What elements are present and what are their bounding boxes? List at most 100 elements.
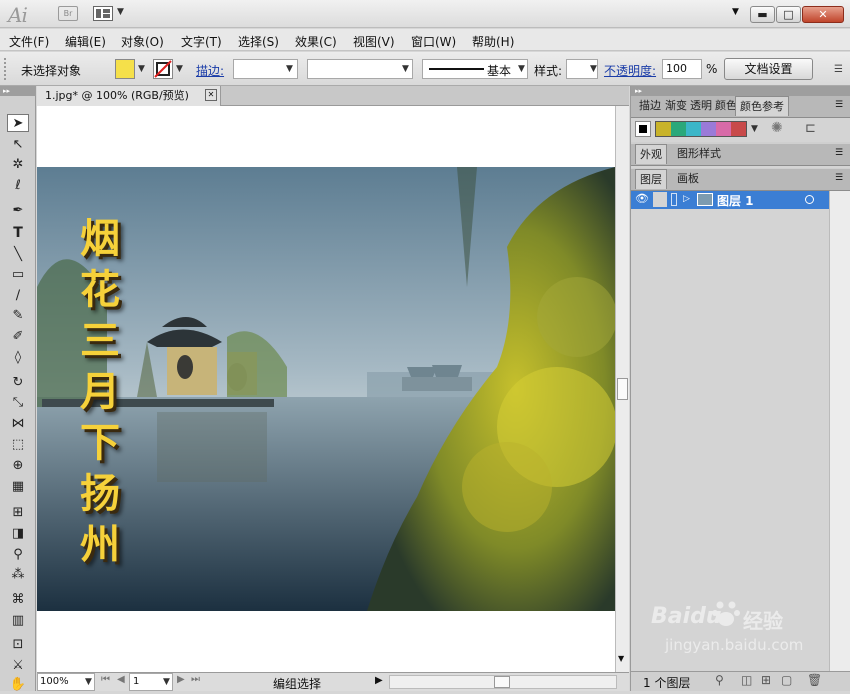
menu-help[interactable]: 帮助(H) bbox=[472, 33, 514, 50]
harmony-swatch[interactable] bbox=[716, 122, 731, 136]
menu-edit[interactable]: 编辑(E) bbox=[65, 33, 106, 50]
harmony-swatch[interactable] bbox=[656, 122, 671, 136]
brush-dropdown-icon[interactable]: ▼ bbox=[518, 64, 525, 74]
artboard-dropdown-icon[interactable]: ▼ bbox=[163, 677, 170, 687]
harmony-dropdown-icon[interactable]: ▼ bbox=[751, 124, 758, 134]
tab-layers[interactable]: 图层 bbox=[635, 169, 667, 189]
horizontal-scrollbar[interactable] bbox=[389, 675, 617, 689]
control-menu-icon[interactable]: ☰ bbox=[834, 64, 843, 75]
stroke-weight-dropdown-icon[interactable]: ▼ bbox=[286, 64, 293, 74]
new-layer-icon[interactable]: ▢ bbox=[781, 673, 792, 687]
arrange-dropdown-icon[interactable]: ▼ bbox=[117, 7, 124, 17]
vertical-poster-text[interactable]: 烟花三月下扬州 bbox=[75, 214, 125, 574]
opacity-link[interactable]: 不透明度: bbox=[604, 62, 656, 79]
rectangle-tool-icon[interactable]: ▭ bbox=[7, 266, 29, 284]
tab-color-guide[interactable]: 颜色参考 bbox=[735, 96, 789, 116]
last-artboard-icon[interactable]: ⏭ bbox=[191, 674, 200, 685]
hscroll-thumb[interactable] bbox=[494, 676, 510, 688]
tab-artboards[interactable]: 画板 bbox=[673, 169, 703, 189]
panel-menu-icon[interactable]: ☰ bbox=[835, 100, 843, 110]
panel-menu-icon[interactable]: ☰ bbox=[835, 173, 843, 183]
previous-artboard-icon[interactable]: ◀ bbox=[117, 674, 125, 685]
perspective-grid-tool-icon[interactable]: ▦ bbox=[7, 478, 29, 496]
fill-dropdown-icon[interactable]: ▼ bbox=[138, 64, 145, 74]
harmony-swatches[interactable] bbox=[655, 121, 747, 137]
stroke-swatch[interactable] bbox=[153, 59, 173, 79]
lasso-tool-icon[interactable]: ℓ bbox=[7, 177, 29, 195]
zoom-dropdown-icon[interactable]: ▼ bbox=[85, 677, 92, 687]
harmony-swatch[interactable] bbox=[671, 122, 686, 136]
selection-tool-icon[interactable]: ➤ bbox=[7, 114, 29, 132]
base-color-icon[interactable] bbox=[635, 121, 651, 137]
blend-tool-icon[interactable]: ⁂ bbox=[7, 566, 29, 584]
menu-object[interactable]: 对象(O) bbox=[121, 33, 164, 50]
dock-collapse-icon[interactable]: ▸▸ bbox=[631, 86, 850, 96]
fill-swatch[interactable] bbox=[115, 59, 135, 79]
mesh-tool-icon[interactable]: ⊞ bbox=[7, 504, 29, 522]
new-sublayer-icon[interactable]: ⊞ bbox=[761, 673, 771, 687]
magic-wand-tool-icon[interactable]: ✲ bbox=[7, 156, 29, 174]
canvas-area[interactable]: 烟花三月下扬州 bbox=[37, 106, 615, 672]
pencil-tool-icon[interactable]: ✎ bbox=[7, 307, 29, 325]
brush-definition-field[interactable]: 基本 bbox=[422, 59, 528, 79]
panel-menu-icon[interactable]: ☰ bbox=[835, 148, 843, 158]
expand-layer-icon[interactable]: ▷ bbox=[683, 194, 690, 204]
locate-object-icon[interactable]: ⚲ bbox=[715, 673, 724, 687]
harmony-swatch[interactable] bbox=[731, 122, 746, 136]
arrange-documents-icon[interactable] bbox=[93, 6, 113, 21]
stroke-dropdown-icon[interactable]: ▼ bbox=[176, 64, 183, 74]
symbol-sprayer-tool-icon[interactable]: ⌘ bbox=[7, 591, 29, 609]
line-tool-icon[interactable]: ╲ bbox=[7, 246, 29, 264]
paintbrush-tool-icon[interactable]: ∕ bbox=[7, 287, 29, 305]
workspace-dropdown-icon[interactable]: ▼ bbox=[732, 7, 739, 17]
artboard-tool-icon[interactable]: ⊡ bbox=[7, 636, 29, 654]
eraser-tool-icon[interactable]: ◊ bbox=[7, 349, 29, 367]
menu-select[interactable]: 选择(S) bbox=[238, 33, 279, 50]
menu-view[interactable]: 视图(V) bbox=[353, 33, 395, 50]
direct-selection-tool-icon[interactable]: ↖ bbox=[7, 136, 29, 154]
tab-appearance[interactable]: 外观 bbox=[635, 144, 667, 164]
layers-scrollbar[interactable] bbox=[829, 191, 850, 671]
save-color-group-icon[interactable]: ⊏ bbox=[805, 121, 816, 136]
menu-window[interactable]: 窗口(W) bbox=[411, 33, 456, 50]
visibility-eye-icon[interactable]: 👁 bbox=[635, 192, 649, 205]
blob-brush-tool-icon[interactable]: ✐ bbox=[7, 328, 29, 346]
status-menu-icon[interactable]: ▶ bbox=[375, 675, 383, 686]
edit-colors-icon[interactable]: ✺ bbox=[771, 120, 783, 136]
variable-width-dropdown-icon[interactable]: ▼ bbox=[402, 64, 409, 74]
vertical-scrollbar[interactable]: ▼ bbox=[615, 106, 629, 672]
next-artboard-icon[interactable]: ▶ bbox=[177, 674, 185, 685]
document-setup-button[interactable]: 文档设置 bbox=[724, 58, 813, 80]
scroll-down-icon[interactable]: ▼ bbox=[618, 654, 624, 663]
layer-row[interactable]: 👁 ▷ 图层 1 bbox=[631, 191, 829, 209]
first-artboard-icon[interactable]: ⏮ bbox=[101, 674, 110, 685]
variable-width-field[interactable] bbox=[307, 59, 413, 79]
scale-tool-icon[interactable]: ⤡ bbox=[7, 394, 29, 412]
menu-effect[interactable]: 效果(C) bbox=[295, 33, 337, 50]
hand-tool-icon[interactable]: ✋ bbox=[7, 676, 29, 694]
column-graph-tool-icon[interactable]: ▥ bbox=[7, 612, 29, 630]
scroll-thumb[interactable] bbox=[617, 378, 628, 400]
target-icon[interactable] bbox=[805, 195, 814, 204]
layer-name[interactable]: 图层 1 bbox=[717, 192, 754, 209]
tab-graphic-styles[interactable]: 图形样式 bbox=[673, 144, 725, 164]
tools-collapse-icon[interactable]: ▸▸ bbox=[0, 86, 36, 96]
eyedropper-tool-icon[interactable]: ⚲ bbox=[7, 546, 29, 564]
minimize-button[interactable]: ▬ bbox=[750, 6, 775, 23]
free-transform-tool-icon[interactable]: ⬚ bbox=[7, 436, 29, 454]
document-tab[interactable]: 1.jpg* @ 100% (RGB/预览) ✕ bbox=[37, 86, 221, 106]
slice-tool-icon[interactable]: ⚔ bbox=[7, 657, 29, 675]
close-button[interactable]: ✕ bbox=[802, 6, 844, 23]
opacity-input[interactable]: 100 bbox=[662, 59, 702, 79]
pen-tool-icon[interactable]: ✒ bbox=[7, 202, 29, 220]
make-clipping-mask-icon[interactable]: ◫ bbox=[741, 673, 752, 687]
menu-file[interactable]: 文件(F) bbox=[9, 33, 49, 50]
rotate-tool-icon[interactable]: ↻ bbox=[7, 374, 29, 392]
style-dropdown-icon[interactable]: ▼ bbox=[590, 64, 597, 74]
menu-type[interactable]: 文字(T) bbox=[181, 33, 222, 50]
lock-toggle[interactable] bbox=[653, 192, 667, 207]
harmony-swatch[interactable] bbox=[686, 122, 701, 136]
gradient-tool-icon[interactable]: ◨ bbox=[7, 525, 29, 543]
stroke-link[interactable]: 描边: bbox=[196, 62, 224, 79]
width-tool-icon[interactable]: ⋈ bbox=[7, 415, 29, 433]
